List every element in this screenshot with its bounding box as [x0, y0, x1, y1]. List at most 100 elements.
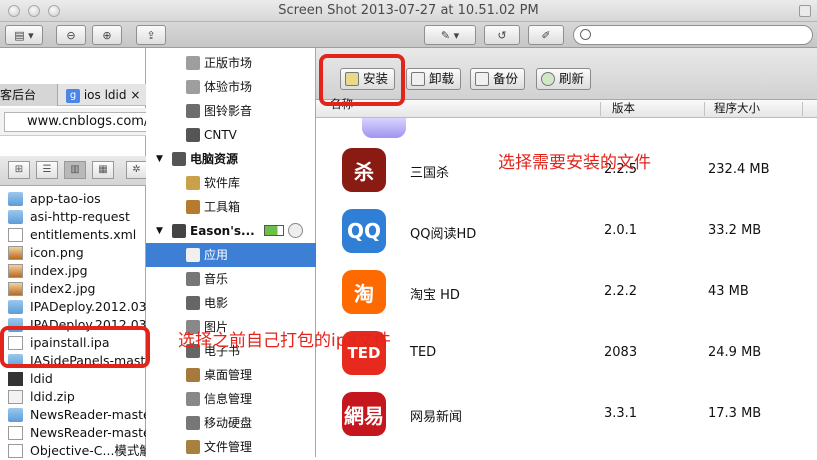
app-icon: 淘: [342, 270, 386, 314]
app-version: 3.3.1: [604, 406, 638, 421]
image-icon: [8, 282, 23, 296]
app-name: 淘宝 HD: [410, 288, 460, 303]
sidebar-item-label: 软件库: [204, 176, 241, 190]
file-item[interactable]: index2.jpg: [0, 280, 146, 298]
fullscreen-icon[interactable]: [799, 5, 811, 17]
close-tab-icon[interactable]: ×: [130, 88, 140, 102]
backup-button[interactable]: 备份: [470, 68, 526, 90]
ipa-hint-annotation: 选择之前自己打包的ipa文件: [178, 331, 391, 351]
folder-icon: [8, 408, 23, 422]
zoom-out-button[interactable]: ⊖: [56, 25, 86, 45]
file-item[interactable]: asi-http-request: [0, 208, 146, 226]
app-row[interactable]: QQ QQ阅读HD 2.0.1 33.2 MB: [316, 201, 817, 262]
sidebar-item[interactable]: 桌面管理: [146, 363, 316, 387]
battery-icon: [264, 225, 284, 236]
file-item[interactable]: ldid: [0, 370, 146, 388]
sidebar-item[interactable]: 音乐: [146, 267, 316, 291]
sidebar-item[interactable]: 正版市场: [146, 51, 316, 75]
url-field[interactable]: www.cnblogs.com/: [4, 112, 146, 132]
folder-icon: [8, 300, 23, 314]
google-icon: g: [66, 88, 80, 103]
sidebar-item[interactable]: 体验市场: [146, 75, 316, 99]
sidebar-item-label: 音乐: [204, 272, 229, 286]
zoom-in-icon: ⊕: [102, 28, 112, 42]
column-version[interactable]: 版本: [612, 100, 635, 118]
file-item[interactable]: IPADeploy.2012.03.: [0, 298, 146, 316]
app-size: 232.4 MB: [708, 162, 770, 177]
sidebar-item[interactable]: 移动硬盘: [146, 411, 316, 435]
eject-icon[interactable]: [288, 223, 303, 238]
browser-tab-1[interactable]: 客后台: [0, 84, 58, 106]
sidebar-item[interactable]: 文件管理: [146, 435, 316, 459]
sidebar-item[interactable]: ▼ 电脑资源: [146, 147, 316, 171]
app-version: 2.2.2: [604, 284, 638, 299]
icon-view-button[interactable]: ⊞: [8, 161, 30, 179]
apps-icon: [186, 248, 200, 262]
file-item[interactable]: ldid.zip: [0, 388, 146, 406]
computer-icon: [172, 152, 186, 166]
app-row[interactable]: 網易 网易新闻 3.3.1 17.3 MB: [316, 384, 817, 445]
window-title-bar: Screen Shot 2013-07-27 at 10.51.02 PM: [0, 0, 817, 22]
pen-icon: ✎ ▾: [440, 28, 460, 42]
app-icon-text: 網易: [344, 403, 384, 428]
file-item[interactable]: icon.png: [0, 244, 146, 262]
file-item[interactable]: index.jpg: [0, 262, 146, 280]
list-view-button[interactable]: ☰: [36, 161, 58, 179]
install-highlight-box: [319, 54, 405, 106]
app-row[interactable]: 淘 淘宝 HD 2.2.2 43 MB: [316, 262, 817, 323]
sidebar-item[interactable]: 工具箱: [146, 195, 316, 219]
file-item[interactable]: NewsReader-master: [0, 424, 146, 442]
column-separator: [704, 102, 705, 116]
sidebar-item-label: 体验市场: [204, 80, 253, 94]
coverflow-view-button[interactable]: ▦: [92, 161, 114, 179]
refresh-label: 刷新: [559, 71, 585, 86]
rotate-button[interactable]: ↺: [484, 25, 520, 45]
sidebar-item-label: CNTV: [204, 128, 237, 142]
file-item[interactable]: entitlements.xml: [0, 226, 146, 244]
sidebar-item-label: 电影: [204, 296, 229, 310]
file-item[interactable]: NewsReader-master: [0, 406, 146, 424]
edit-icon: ✐: [541, 28, 551, 42]
uninstall-button[interactable]: 卸载: [406, 68, 462, 90]
sidebar-item[interactable]: ▼ Eason's...: [146, 219, 316, 243]
apple-icon: [186, 80, 200, 94]
sidebar-item[interactable]: 图铃影音: [146, 99, 316, 123]
music-icon: [186, 272, 200, 286]
refresh-icon: [541, 72, 555, 86]
file-name: NewsReader-master: [30, 425, 146, 440]
file-name: Objective-C...模式解: [30, 443, 146, 458]
sidebar-item[interactable]: 信息管理: [146, 387, 316, 411]
browser-tab-2[interactable]: g ios ldid ×: [60, 84, 146, 106]
refresh-button[interactable]: 刷新: [536, 68, 592, 90]
share-icon: ⇪: [146, 28, 156, 42]
app-icon-partial: [362, 118, 406, 138]
edit-button[interactable]: ✐: [528, 25, 564, 45]
app-name: QQ阅读HD: [410, 227, 477, 242]
sidebar-icon: ▤ ▾: [14, 28, 34, 42]
ipa-highlight-box: [0, 326, 150, 368]
uninstall-label: 卸载: [429, 71, 455, 86]
file-item[interactable]: app-tao-ios: [0, 190, 146, 208]
zoom-in-button[interactable]: ⊕: [92, 25, 122, 45]
file-item[interactable]: Objective-C...模式解: [0, 442, 146, 460]
annotate-button[interactable]: ✎ ▾: [424, 25, 476, 45]
column-view-button[interactable]: ▥: [64, 161, 86, 179]
sidebar-item[interactable]: CNTV: [146, 123, 316, 147]
apple-icon: [186, 56, 200, 70]
action-button[interactable]: ✲: [126, 161, 146, 179]
sidebar-item-label: 移动硬盘: [204, 416, 253, 430]
sidebar-item[interactable]: 应用: [146, 243, 316, 267]
column-size[interactable]: 程序大小: [714, 100, 760, 118]
sidebar-item[interactable]: 电影: [146, 291, 316, 315]
sidebar-toggle-button[interactable]: ▤ ▾: [5, 25, 43, 45]
column-view-icon: ▥: [70, 164, 80, 175]
disclosure-triangle-icon[interactable]: ▼: [156, 147, 163, 171]
share-button[interactable]: ⇪: [136, 25, 166, 45]
sidebar-item-label: 工具箱: [204, 200, 241, 214]
app-row[interactable]: TED TED 2083 24.9 MB: [316, 323, 817, 384]
disclosure-triangle-icon[interactable]: ▼: [156, 219, 163, 243]
image-icon: [8, 264, 23, 278]
preview-toolbar: ▤ ▾ ⊖ ⊕ ⇪ ✎ ▾ ↺ ✐: [0, 22, 817, 48]
search-input[interactable]: [573, 25, 813, 45]
sidebar-item[interactable]: 软件库: [146, 171, 316, 195]
